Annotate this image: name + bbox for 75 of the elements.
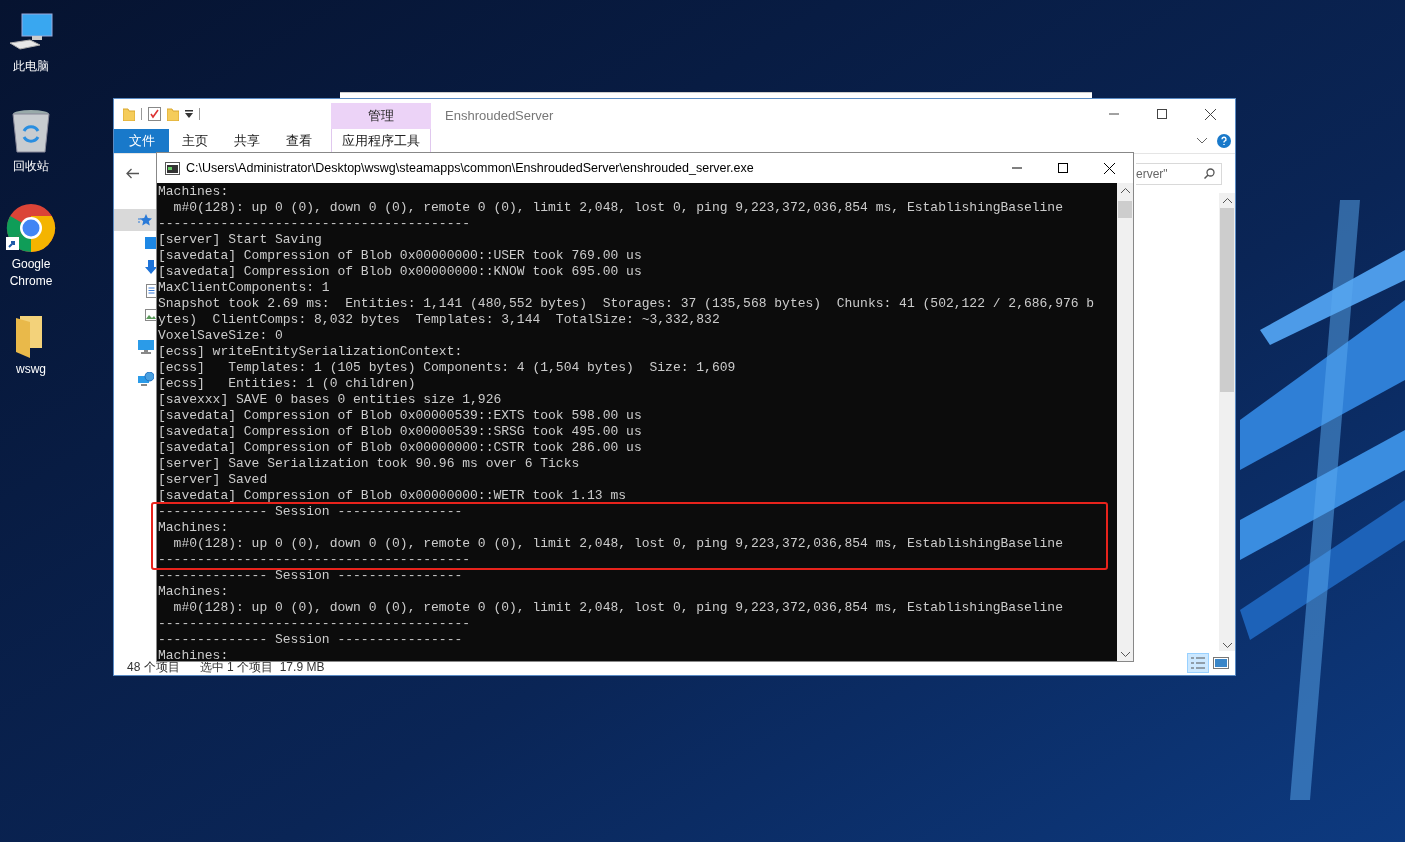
scroll-thumb[interactable] [1220, 208, 1234, 392]
thumbnail-view-icon[interactable] [1213, 656, 1229, 669]
console-line: [savedata] Compression of Blob 0x00000000::WETR took 1.13 ms [157, 488, 628, 504]
download-icon[interactable] [145, 260, 157, 274]
dropdown-icon[interactable] [185, 110, 193, 118]
console-line: [savedata] Compression of Blob 0x00000000::KNOW took 695.00 us [157, 264, 643, 280]
scroll-thumb[interactable] [1118, 201, 1132, 218]
console-line: ---------------------------------------- [157, 552, 472, 568]
pin-star-icon [138, 213, 152, 227]
maximize-icon[interactable] [1058, 163, 1068, 173]
desktop-icon-label[interactable]: 此电脑 [0, 58, 62, 75]
console-line: Machines: [157, 584, 230, 600]
search-icon[interactable] [1204, 168, 1215, 179]
list-icon [1191, 656, 1205, 669]
back-arrow-icon[interactable] [126, 168, 139, 179]
desktop-icon-label[interactable]: 回收站 [0, 158, 62, 175]
chevron-down-icon[interactable] [1197, 138, 1207, 144]
scroll-down-icon[interactable] [1120, 652, 1130, 657]
item-count: 48 个项目 [127, 661, 180, 674]
console-line: ---------------------------------------- [157, 216, 472, 232]
console-line: [server] Start Saving [157, 232, 323, 248]
maximize-icon[interactable] [1157, 109, 1167, 119]
desktop-icon-label[interactable]: wswg [0, 361, 62, 378]
scroll-down-icon[interactable] [1222, 643, 1232, 648]
console-line: m#0(128): up 0 (0), down 0 (0), remote 0 (0), limit 2,048, lost 0, ping 9,223,372,036,854 ms, EstablishingBaseline [172, 536, 1064, 552]
pictures-icon[interactable] [145, 309, 157, 321]
console-line: [ecss] Entities: 1 (0 children) [157, 376, 417, 392]
ribbon-tab[interactable]: 查看 [273, 129, 325, 153]
close-icon[interactable] [1104, 162, 1115, 174]
console-line: ytes) ClientComps: 8,032 bytes Templates: 3,144 TotalSize: ~3,332,832 [157, 312, 721, 328]
scrollbar[interactable] [1219, 193, 1235, 651]
console-icon [165, 161, 180, 175]
console-line: m#0(128): up 0 (0), down 0 (0), remote 0 (0), limit 2,048, lost 0, ping 9,223,372,036,854 ms, EstablishingBaseline [172, 600, 1064, 616]
close-icon[interactable] [1205, 108, 1216, 120]
console-line: -------------- Session ---------------- [157, 504, 464, 520]
tool-tab[interactable]: 管理 [331, 103, 431, 129]
browser-icon [6, 203, 56, 253]
checklist-icon[interactable] [148, 107, 161, 121]
desktop-icon-label[interactable]: Google Chrome [0, 256, 62, 290]
console-line: MaxClientComponents: 1 [157, 280, 331, 296]
scroll-up-icon[interactable] [1120, 188, 1130, 193]
document-icon[interactable] [146, 284, 157, 298]
console-line: [ecss] writeEntitySerializationContext: [157, 344, 464, 360]
help-icon[interactable] [1217, 134, 1231, 148]
computer-icon[interactable] [138, 340, 154, 354]
console-line: [server] Saved [157, 472, 269, 488]
console-line: Snapshot took 2.69 ms: Entities: 1,141 (480,552 bytes) Storages: 37 (135,568 bytes) Chunks: 41 (502,122 / 2,686,976 b [157, 296, 1096, 312]
console-line: [savedata] Compression of Blob 0x00000000::USER took 769.00 us [157, 248, 643, 264]
search-field[interactable]: erver" [1136, 162, 1222, 185]
console-line: [savexxx] SAVE 0 bases 0 entities size 1,926 [157, 392, 503, 408]
details-view-button[interactable] [1187, 652, 1209, 673]
quick-access-item[interactable] [114, 209, 157, 231]
console-line: Machines: [157, 184, 230, 200]
console-line: [savedata] Compression of Blob 0x00000000::CSTR took 286.00 us [157, 440, 643, 456]
console-line: [savedata] Compression of Blob 0x00000539::EXTS took 598.00 us [157, 408, 643, 424]
console-line: [savedata] Compression of Blob 0x00000539::SRSG took 495.00 us [157, 424, 643, 440]
file-tab[interactable]: 文件 [114, 129, 169, 153]
network-icon[interactable] [138, 372, 154, 386]
console-line: -------------- Session ---------------- [157, 568, 464, 584]
console-line: m#0(128): up 0 (0), down 0 (0), remote 0 (0), limit 2,048, lost 0, ping 9,223,372,036,854 ms, EstablishingBaseline [172, 200, 1064, 216]
window-title: C:\Users\Administrator\Desktop\wswg\steamapps\common\EnshroudedServer\enshrouded_server.exe [186, 159, 754, 177]
console-line: Machines: [158, 648, 229, 663]
console-line: ---------------------------------------- [157, 616, 472, 632]
console-line: [server] Save Serialization took 90.96 ms over 6 Ticks [157, 456, 581, 472]
window-title: EnshroudedServer [445, 107, 554, 125]
selection-info: 选中 1 个项目 17.9 MB [199, 661, 325, 674]
ribbon-tab[interactable]: 共享 [221, 129, 273, 153]
recycle-bin-icon [11, 109, 51, 155]
console-line: Machines: [157, 520, 230, 536]
console-line: -------------- Session ---------------- [157, 632, 464, 648]
ribbon-tab[interactable]: 主页 [169, 129, 221, 153]
console-line: VoxelSaveSize: 0 [157, 328, 284, 344]
scrollbar[interactable] [1117, 183, 1133, 661]
console-line: [ecss] Templates: 1 (105 bytes) Components: 4 (1,504 bytes) Size: 1,609 [157, 360, 737, 376]
scroll-up-icon[interactable] [1222, 198, 1232, 203]
